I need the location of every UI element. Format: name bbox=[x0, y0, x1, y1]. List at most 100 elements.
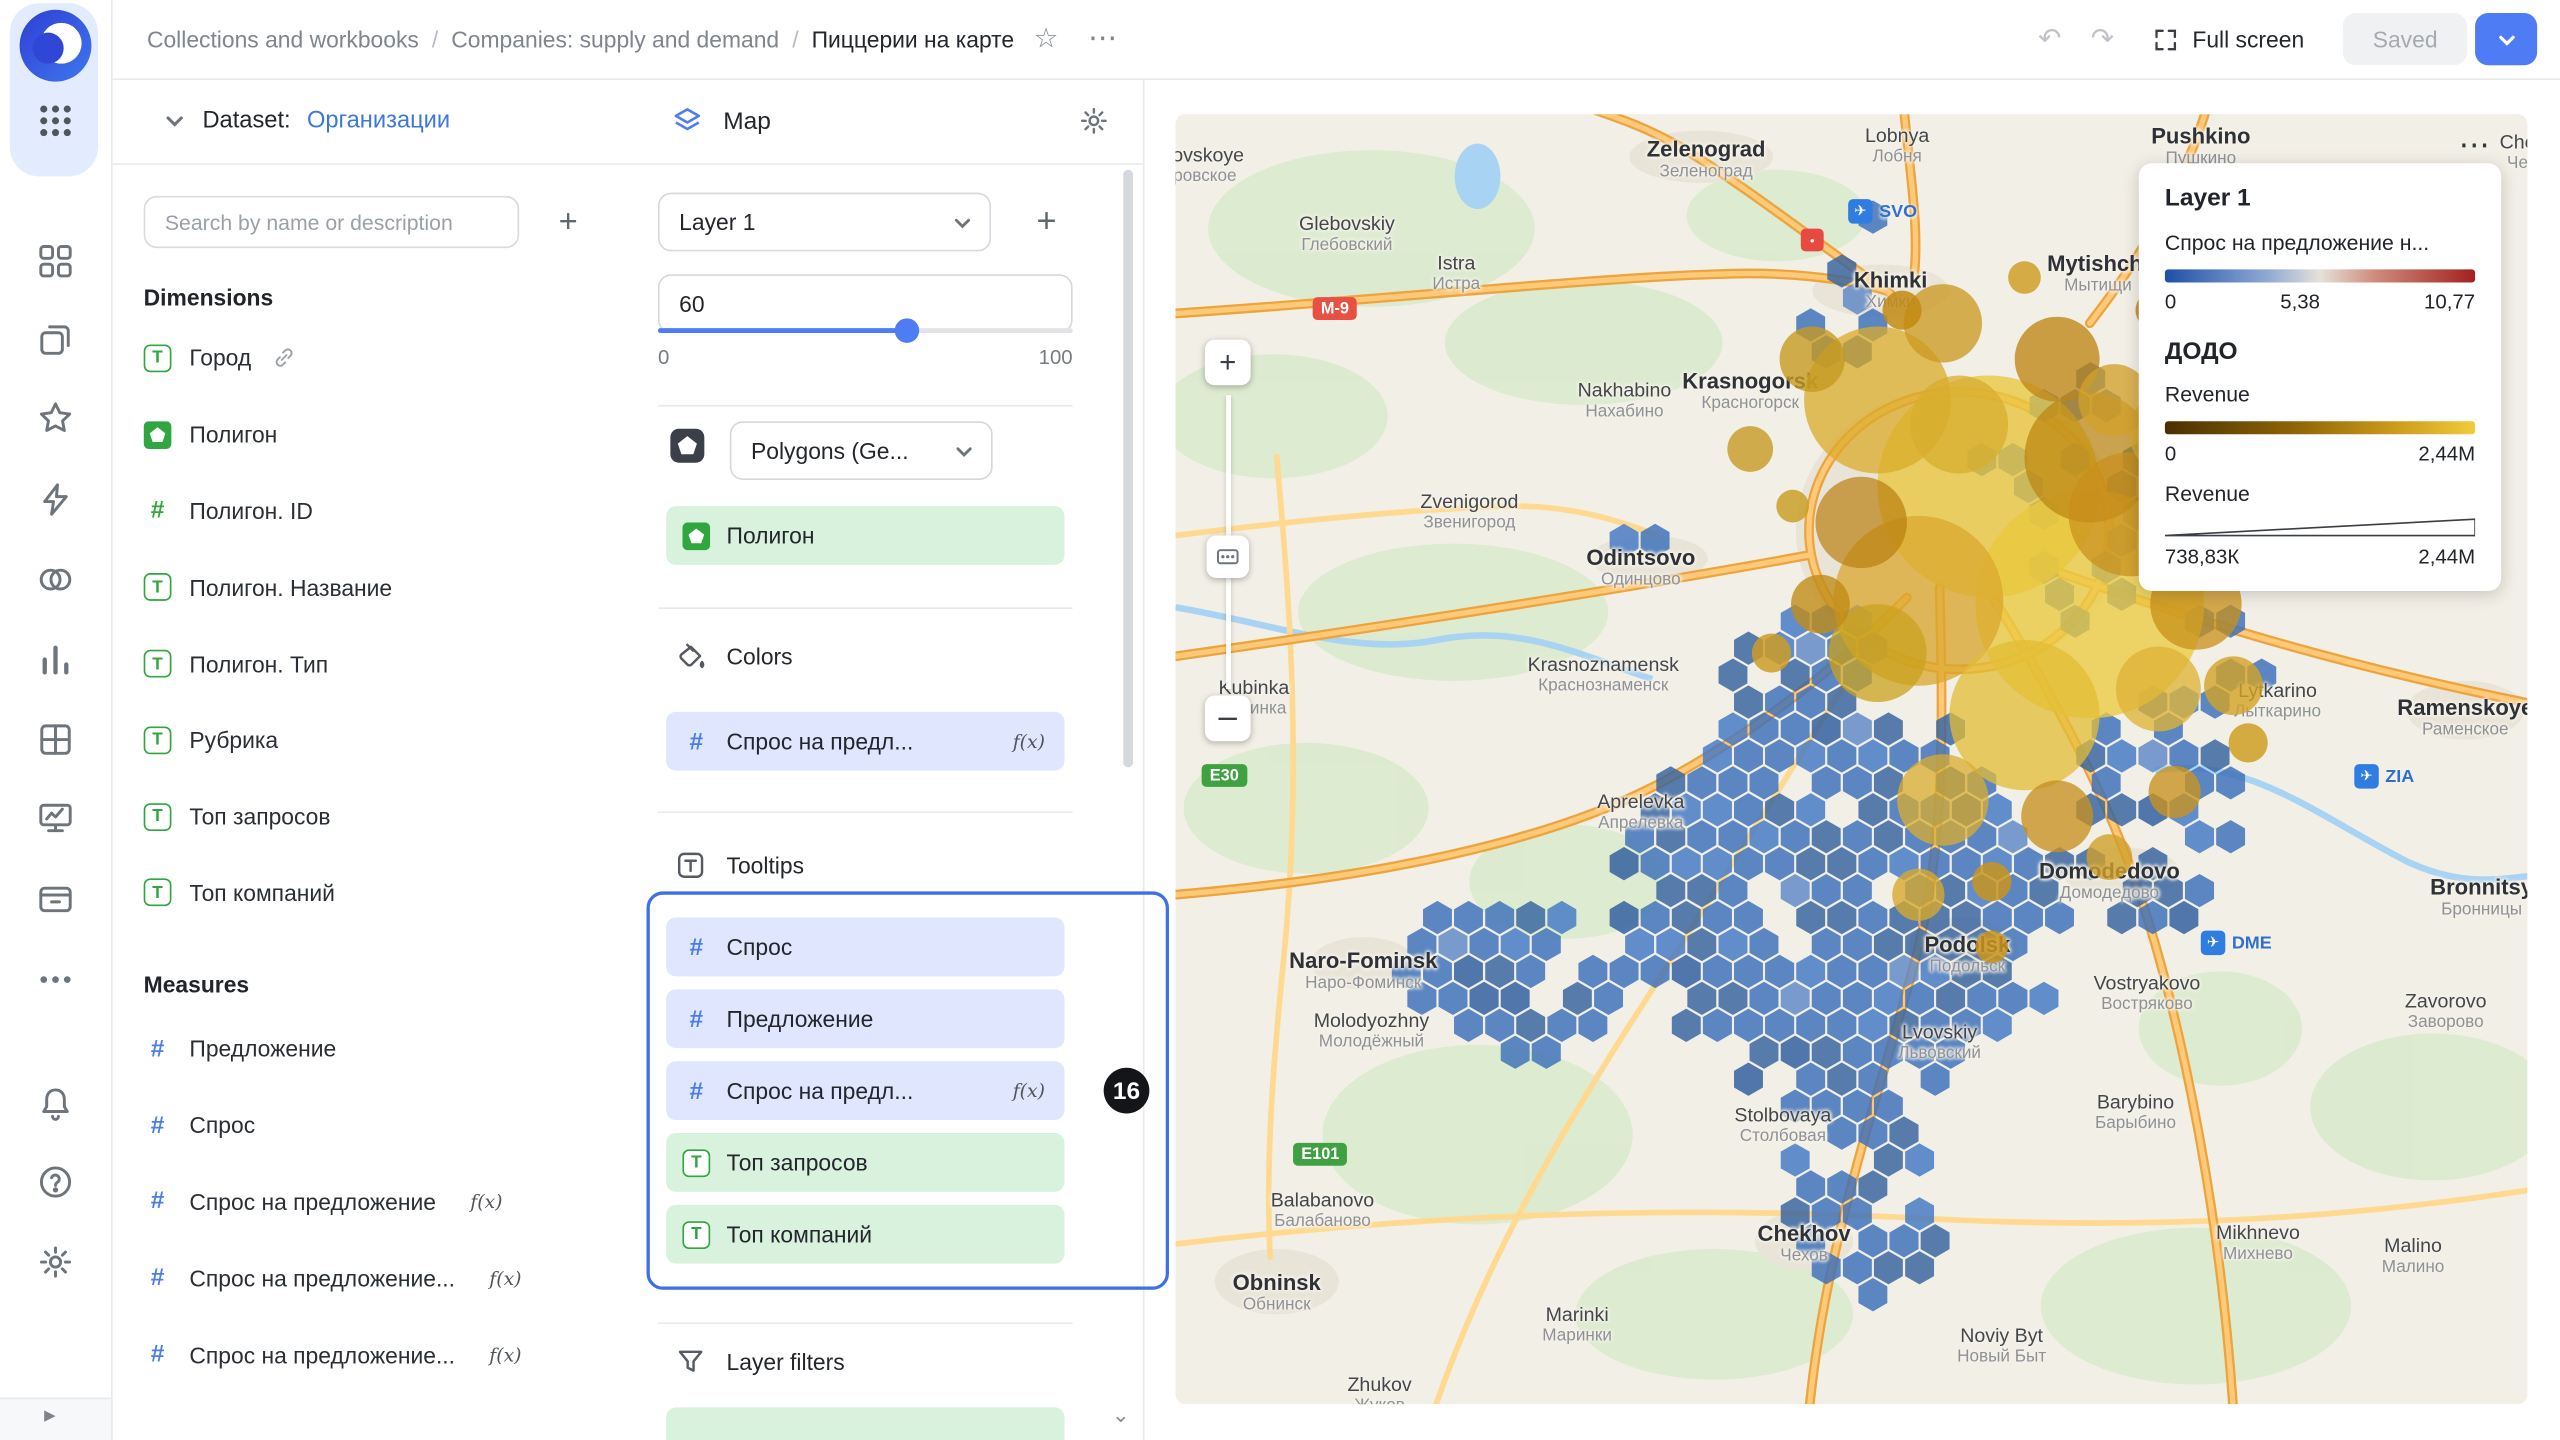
tooltip-field-chip[interactable]: # Спрос bbox=[666, 917, 1065, 977]
sidebar-item-settings[interactable] bbox=[36, 1242, 75, 1281]
text-field-icon: T bbox=[682, 1220, 711, 1249]
sidebar-item-notifications[interactable] bbox=[36, 1084, 75, 1123]
field-row[interactable]: # Полигон. ID bbox=[144, 473, 611, 549]
chevron-down-icon[interactable] bbox=[163, 109, 186, 132]
scroll-down-icon[interactable]: ⌄ bbox=[1112, 1404, 1130, 1428]
measures-list: # Предложение # Спрос # Спрос на предложение f… bbox=[144, 1011, 611, 1393]
sidebar-item-charts[interactable] bbox=[36, 640, 75, 679]
tooltips-title: Tooltips bbox=[726, 852, 805, 879]
tooltip-field-chip[interactable]: # Спрос на предл... f(x) bbox=[666, 1061, 1065, 1120]
opacity-value-box[interactable]: 60 bbox=[657, 274, 1073, 334]
legend-color-ticks: 0 5,38 10,77 bbox=[2165, 291, 2475, 314]
legend-size-ticks: 738,83К 2,44М bbox=[2165, 545, 2475, 568]
map-canvas[interactable]: rovskoyeровскоеZelenogradЗеленоградLobny… bbox=[1175, 114, 2528, 1405]
geotype-select[interactable]: Polygons (Ge... bbox=[729, 421, 993, 480]
legend-revenue-gradient bbox=[2164, 421, 2476, 435]
field-row[interactable]: # Спрос на предложение f(x) bbox=[144, 1163, 611, 1239]
tick-min: 0 bbox=[2164, 290, 2177, 314]
sidebar-item-dashboards[interactable] bbox=[36, 798, 75, 837]
legend-revenue-label: Revenue bbox=[2164, 382, 2250, 407]
more-menu-icon[interactable]: ⋯ bbox=[1088, 24, 1117, 53]
tick-min: 738,83К bbox=[2164, 545, 2240, 569]
full-screen-label: Full screen bbox=[2192, 26, 2305, 53]
chart-config-panel: Map Layer 1 + 60 0 100 Polygons (Ge... П… bbox=[628, 78, 1145, 1440]
left-rail bbox=[0, 0, 113, 1398]
config-body: Layer 1 + 60 0 100 Polygons (Ge... Полиг… bbox=[629, 163, 1143, 1440]
zoom-out-button[interactable]: − bbox=[1204, 695, 1251, 742]
sidebar-item-collections[interactable] bbox=[36, 320, 75, 359]
map-layers-icon bbox=[671, 104, 704, 137]
map-more-icon[interactable]: ⋯ bbox=[2459, 127, 2490, 163]
field-row[interactable]: T Рубрика bbox=[143, 702, 611, 778]
tooltip-field-chip[interactable]: # Предложение bbox=[666, 989, 1065, 1049]
geopolygon-icon bbox=[682, 521, 711, 550]
viewport: ▸ Collections and workbooks / Companies: s… bbox=[0, 0, 2560, 1440]
field-row[interactable]: T Полигон. Название bbox=[143, 549, 611, 625]
chevron-down-icon bbox=[2498, 34, 2514, 45]
field-row[interactable]: # Спрос bbox=[144, 1087, 611, 1163]
formula-icon: f(x) bbox=[1012, 729, 1045, 753]
slider-min-label: 0 bbox=[657, 346, 670, 369]
field-row[interactable]: T Полигон. Тип bbox=[143, 626, 611, 702]
formula-icon: f(x) bbox=[489, 1342, 522, 1366]
sidebar-item-relations[interactable] bbox=[36, 560, 75, 599]
field-row[interactable]: T Топ запросов bbox=[143, 778, 611, 854]
tooltip-field-chip[interactable]: T Топ компаний bbox=[666, 1204, 1065, 1264]
chip-label: Предложение bbox=[726, 1005, 874, 1032]
funnel-icon bbox=[674, 1345, 707, 1378]
redo-icon[interactable]: ↷ bbox=[2091, 23, 2114, 56]
layer-filter-chip-partial[interactable] bbox=[666, 1407, 1065, 1440]
tooltip-field-chip[interactable]: T Топ запросов bbox=[666, 1133, 1065, 1192]
sidebar-item-storage[interactable] bbox=[36, 878, 75, 917]
tooltip-text-icon bbox=[674, 849, 707, 882]
paint-bucket-icon bbox=[674, 640, 707, 673]
config-scrollbar[interactable] bbox=[1123, 169, 1134, 768]
field-row[interactable]: # Предложение bbox=[144, 1011, 611, 1087]
field-row[interactable]: T Топ компаний bbox=[143, 855, 611, 931]
full-screen-button[interactable]: Full screen bbox=[2153, 26, 2304, 52]
field-label: Топ компаний bbox=[189, 879, 335, 907]
legend-size-label: Revenue bbox=[2164, 481, 2250, 507]
breadcrumb-item[interactable]: Collections and workbooks bbox=[147, 26, 419, 52]
sidebar-item-quick-actions[interactable] bbox=[36, 480, 75, 519]
favorite-star-icon[interactable]: ☆ bbox=[1034, 24, 1059, 53]
legend-revenue-ticks: 0 2,44M bbox=[2165, 442, 2475, 465]
dimensions-list: T Город Полигон # Полигон. ID T Полигон. Назва… bbox=[143, 320, 611, 931]
dataset-body: + Dimensions TГородПолигон#Полигон. IDTП… bbox=[111, 163, 629, 1440]
gear-icon[interactable] bbox=[1078, 104, 1111, 137]
field-label: Предложение bbox=[189, 1035, 337, 1062]
sidebar-item-datasets[interactable] bbox=[36, 720, 75, 759]
ruler-icon bbox=[1216, 549, 1239, 565]
field-row[interactable]: T Город bbox=[143, 320, 611, 396]
field-row[interactable]: # Спрос на предложение... f(x) bbox=[144, 1240, 611, 1316]
breadcrumb-item[interactable]: Companies: supply and demand bbox=[451, 26, 779, 52]
config-header: Map bbox=[628, 78, 1143, 165]
dataset-name-link[interactable]: Организации bbox=[307, 108, 450, 134]
field-row[interactable]: # Спрос на предложение... f(x) bbox=[144, 1316, 611, 1392]
field-row[interactable]: Полигон bbox=[143, 396, 611, 472]
layer-select[interactable]: Layer 1 bbox=[657, 192, 992, 252]
expand-icon bbox=[2153, 27, 2177, 51]
saved-button[interactable]: Saved bbox=[2343, 13, 2467, 66]
tick-max: 10,77 bbox=[2424, 290, 2476, 314]
expand-rail-icon[interactable]: ▸ bbox=[44, 1402, 55, 1428]
add-layer-button[interactable]: + bbox=[1017, 193, 1076, 252]
sidebar-item-widgets[interactable] bbox=[36, 242, 75, 281]
datalens-logo[interactable] bbox=[19, 9, 92, 82]
apps-grid-icon[interactable] bbox=[36, 101, 75, 140]
search-input[interactable] bbox=[143, 195, 520, 249]
sidebar-item-favorites[interactable] bbox=[36, 398, 75, 437]
polygon-field-chip[interactable]: Полигон bbox=[666, 506, 1065, 565]
undo-icon[interactable]: ↶ bbox=[2038, 23, 2061, 56]
opacity-slider[interactable] bbox=[657, 318, 1073, 343]
sidebar-item-more-services[interactable] bbox=[36, 960, 75, 999]
slider-knob[interactable] bbox=[895, 318, 920, 343]
save-dropdown-button[interactable] bbox=[2475, 13, 2538, 66]
sidebar-item-help[interactable] bbox=[36, 1162, 75, 1201]
slider-max-label: 100 bbox=[1038, 346, 1073, 369]
add-field-button[interactable]: + bbox=[542, 196, 594, 248]
zoom-in-button[interactable]: + bbox=[1204, 339, 1251, 386]
field-label: Топ запросов bbox=[189, 803, 331, 830]
colors-field-chip[interactable]: # Спрос на предл... f(x) bbox=[666, 711, 1065, 771]
measure-tool-button[interactable] bbox=[1206, 535, 1249, 578]
